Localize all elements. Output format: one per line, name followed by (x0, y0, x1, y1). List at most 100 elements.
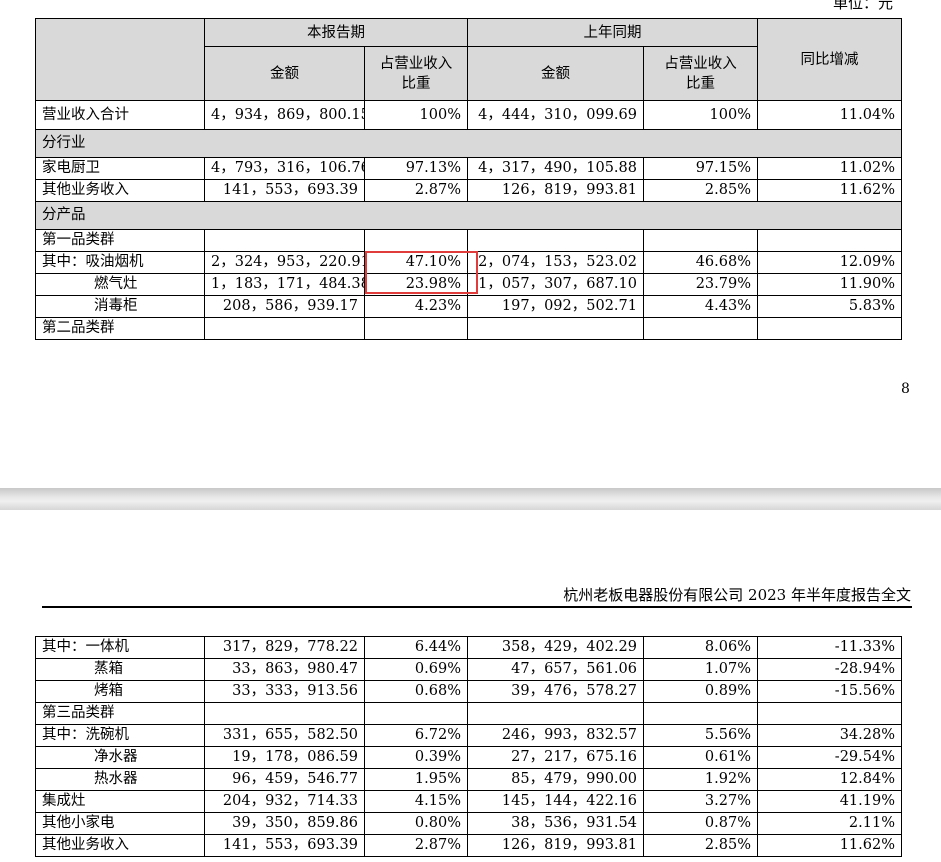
cell-share-current: 97.13% (364, 157, 468, 180)
cell-amount-last: 4，317，490，105.88 (467, 157, 644, 180)
table-row: 家电厨卫 4，793，316，106.76 97.13% 4，317，490，105.… (35, 157, 902, 180)
cell-amount-last (467, 229, 644, 252)
table-row: 蒸箱 33，863，980.47 0.69% 47，657，561.06 1.07% -2… (35, 658, 902, 681)
cell-yoy-change (757, 317, 902, 340)
report-running-header: 杭州老板电器股份有限公司 2023 年半年度报告全文 (563, 586, 911, 604)
row-label: 消毒柜 (35, 295, 205, 318)
table-row: 集成灶 204，932，714.33 4.15% 145，144，422.16 3.27… (35, 790, 902, 813)
cell-yoy-change (757, 229, 902, 252)
cell-share-current: 6.44% (364, 636, 468, 659)
cell-yoy-change: -15.56% (757, 680, 902, 703)
cell-yoy-change: -11.33% (757, 636, 902, 659)
cell-yoy-change: 11.04% (757, 100, 902, 130)
cell-amount-last: 38，536，931.54 (467, 812, 644, 835)
cell-amount-last: 47，657，561.06 (467, 658, 644, 681)
cell-amount-current: 4，793，316，106.76 (204, 157, 365, 180)
cell-share-last: 23.79% (643, 273, 758, 296)
header-amount-last: 金额 (467, 46, 644, 101)
table-row: 烤箱 33，333，913.56 0.68% 39，476，578.27 0.89% -1… (35, 680, 902, 703)
cell-share-current: 0.80% (364, 812, 468, 835)
cell-yoy-change: 34.28% (757, 724, 902, 747)
cell-share-last (643, 317, 758, 340)
cell-share-last: 46.68% (643, 251, 758, 274)
cell-amount-current: 1，183，171，484.38 (204, 273, 365, 296)
cell-yoy-change (757, 702, 902, 725)
cell-amount-current: 33，863，980.47 (204, 658, 365, 681)
header-share-last: 占营业收入 比重 (643, 46, 758, 101)
cell-amount-last (467, 702, 644, 725)
row-label: 营业收入合计 (35, 100, 205, 130)
cell-amount-last: 39，476，578.27 (467, 680, 644, 703)
cell-amount-current: 208，586，939.17 (204, 295, 365, 318)
cell-amount-current: 39，350，859.86 (204, 812, 365, 835)
revenue-table-2: 其中：一体机 317，829，778.22 6.44% 358，429，402.29 8… (35, 636, 902, 857)
cell-yoy-change: 11.62% (757, 834, 902, 857)
cell-amount-current: 33，333，913.56 (204, 680, 365, 703)
table-row: 其中：一体机 317，829，778.22 6.44% 358，429，402.29 8… (35, 636, 902, 659)
header-blank-cell (35, 18, 205, 101)
cell-share-last: 2.85% (643, 179, 758, 202)
cell-amount-last: 126，819，993.81 (467, 834, 644, 857)
cell-amount-last: 27，217，675.16 (467, 746, 644, 769)
cell-share-last: 2.85% (643, 834, 758, 857)
cell-share-last: 0.89% (643, 680, 758, 703)
cell-share-current: 100% (364, 100, 468, 130)
cell-share-current: 4.23% (364, 295, 468, 318)
table-row: 营业收入合计 4，934，869，800.15 100% 4，444，310，099.… (35, 100, 902, 130)
table-row: 热水器 96，459，546.77 1.95% 85，479，990.00 1.92% 1… (35, 768, 902, 791)
table-row: 第一品类群 (35, 229, 902, 252)
unit-label: 单位：元 (832, 0, 893, 12)
table-row: 第二品类群 (35, 317, 902, 340)
cell-share-last (643, 229, 758, 252)
table-row: 第三品类群 (35, 702, 902, 725)
cell-amount-last: 126，819，993.81 (467, 179, 644, 202)
row-label: 其中：一体机 (35, 636, 205, 659)
row-label: 净水器 (35, 746, 205, 769)
cell-share-current: 0.69% (364, 658, 468, 681)
page-number: 8 (901, 381, 910, 397)
cell-amount-current: 4，934，869，800.15 (204, 100, 365, 130)
cell-amount-last: 197，092，502.71 (467, 295, 644, 318)
cell-amount-current: 19，178，086.59 (204, 746, 365, 769)
header-share-line2: 比重 (686, 75, 715, 92)
cell-share-current: 2.87% (364, 179, 468, 202)
cell-amount-last: 358，429，402.29 (467, 636, 644, 659)
section-row: 分产品 (35, 201, 902, 230)
cell-amount-current: 141，553，693.39 (204, 179, 365, 202)
table-row: 净水器 19，178，086.59 0.39% 27，217，675.16 0.61% -… (35, 746, 902, 769)
row-label: 热水器 (35, 768, 205, 791)
header-last-period: 上年同期 (467, 18, 758, 47)
report-page-2: 杭州老板电器股份有限公司 2023 年半年度报告全文 其中：一体机 317，829… (0, 510, 941, 862)
row-label: 第一品类群 (35, 229, 205, 252)
cell-amount-last: 145，144，422.16 (467, 790, 644, 813)
table-row: 其他业务收入 141，553，693.39 2.87% 126，819，993.81 2… (35, 179, 902, 202)
cell-amount-last (467, 317, 644, 340)
cell-yoy-change: 5.83% (757, 295, 902, 318)
header-share-current: 占营业收入 比重 (364, 46, 468, 101)
cell-share-last: 8.06% (643, 636, 758, 659)
cell-share-last: 3.27% (643, 790, 758, 813)
row-label: 其他业务收入 (35, 834, 205, 857)
table-row: 消毒柜 208，586，939.17 4.23% 197，092，502.71 4.43… (35, 295, 902, 318)
cell-amount-last: 4，444，310，099.69 (467, 100, 644, 130)
highlight-box (365, 251, 478, 294)
header-share-line2: 比重 (401, 75, 431, 92)
cell-yoy-change: 11.02% (757, 157, 902, 180)
cell-share-current: 1.95% (364, 768, 468, 791)
row-label: 第三品类群 (35, 702, 205, 725)
row-label: 其他业务收入 (35, 179, 205, 202)
cell-share-current: 6.72% (364, 724, 468, 747)
report-page-1: 单位：元 本报告期 上年同期 同比增减 金额 占营业收入 比重 金额 占营业收入 (0, 0, 941, 488)
cell-share-current: 0.68% (364, 680, 468, 703)
cell-share-current (364, 229, 468, 252)
cell-amount-current: 96，459，546.77 (204, 768, 365, 791)
cell-share-last: 1.92% (643, 768, 758, 791)
page-separator (0, 488, 941, 510)
cell-share-current: 2.87% (364, 834, 468, 857)
row-label: 集成灶 (35, 790, 205, 813)
cell-amount-last: 2，074，153，523.02 (467, 251, 644, 274)
cell-share-last: 97.15% (643, 157, 758, 180)
cell-amount-current (204, 229, 365, 252)
cell-amount-current: 317，829，778.22 (204, 636, 365, 659)
cell-amount-current: 331，655，582.50 (204, 724, 365, 747)
